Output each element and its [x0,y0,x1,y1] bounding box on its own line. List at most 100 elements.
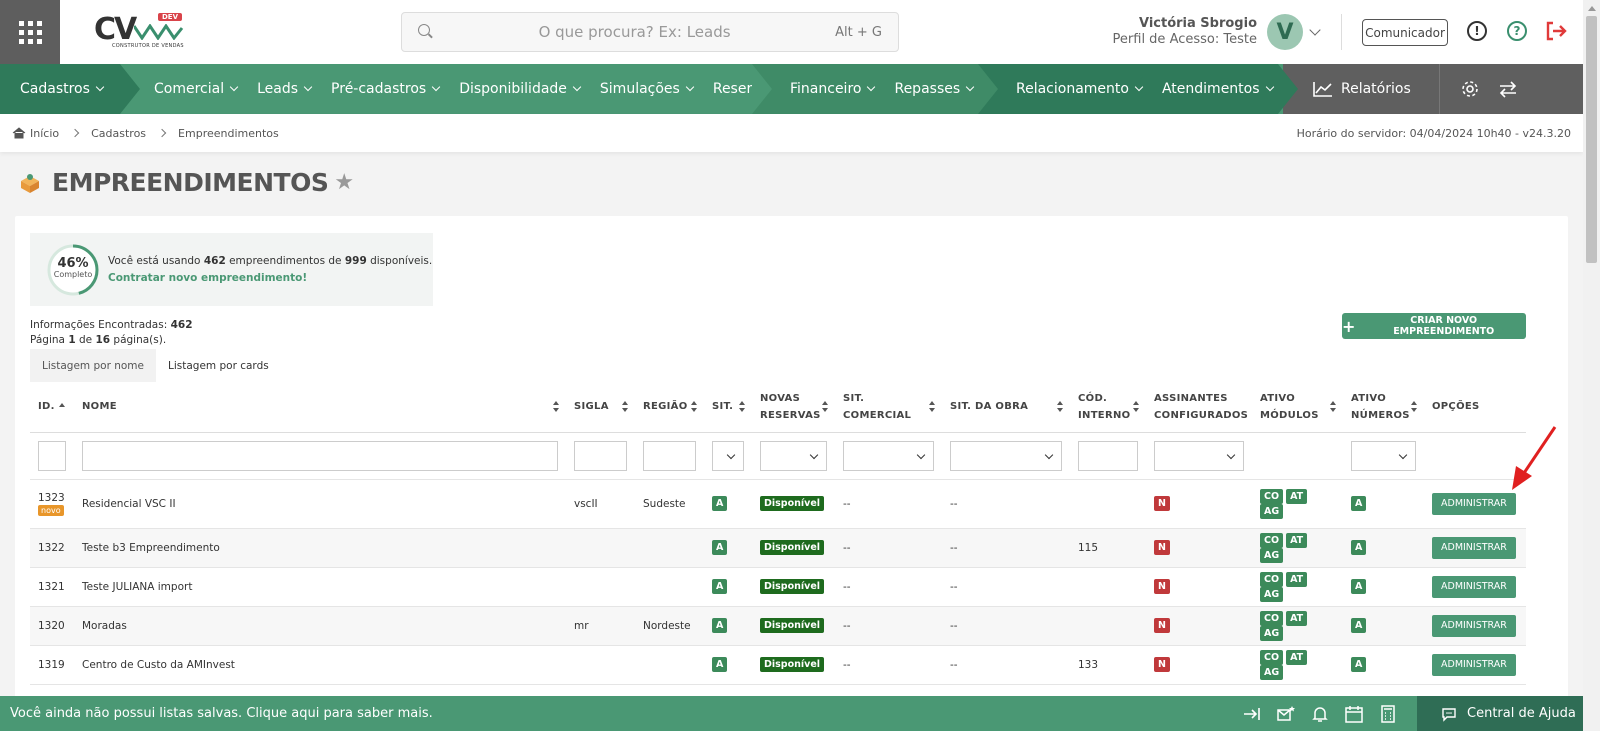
administrar-button[interactable]: ADMINISTRAR [1432,492,1516,515]
administrar-button[interactable]: ADMINISTRAR [1432,575,1516,598]
nav-item-cadastros[interactable]: Cadastros [20,81,105,97]
row-nome: Centro de Custo da AMInvest [74,645,566,685]
module-badge: CO [1260,532,1284,548]
nav-group-comercial: Comercial Leads Pré-cadastros Disponibil… [120,64,791,114]
col-header-ativo-modulos[interactable]: ATIVO MÓDULOS [1252,382,1343,433]
table-header-row: ID. NOME SIGLA REGIÃO SIT. NOVAS RESERVAS… [30,382,1526,433]
breadcrumb-cadastros[interactable]: Cadastros [91,127,146,140]
col-header-sigla[interactable]: SIGLA [566,382,635,433]
status-badge: A [712,657,728,672]
row-cod-interno [1070,567,1146,607]
filter-sit-obra-select[interactable] [950,440,1062,471]
filter-assinantes-select[interactable] [1154,440,1244,471]
swap-icon[interactable] [1498,79,1518,99]
breadcrumb-home[interactable]: Início [30,127,59,140]
row-sit-comercial: -- [835,528,942,568]
administrar-button[interactable]: ADMINISTRAR [1432,536,1516,559]
status-badge: A [712,540,728,555]
sort-asc-icon [58,402,65,407]
nav-item-leads[interactable]: Leads [257,81,313,97]
row-sit-obra: -- [942,645,1070,685]
scroll-up-arrow-icon[interactable] [1588,6,1596,11]
cv-logo[interactable]: CV DEV CONSTRUTOR DE VENDAS [94,12,186,52]
nav-item-pre-cadastros[interactable]: Pré-cadastros [331,81,441,97]
nav-item-disponibilidade[interactable]: Disponibilidade [459,81,582,97]
col-header-id[interactable]: ID. [30,382,74,433]
row-id: 1322 [30,528,74,568]
reports-label: Relatórios [1341,81,1411,97]
reports-link[interactable]: Relatórios [1313,81,1411,97]
logo-mark: CV [94,12,137,47]
tab-listing-by-name[interactable]: Listagem por nome [30,349,156,382]
server-time: Horário do servidor: 04/04/2024 10h40 - … [1296,126,1571,140]
nav-label: Atendimentos [1161,81,1260,97]
filter-sit-comercial-select[interactable] [843,440,934,471]
user-profile: Perfil de Acesso: Teste [1112,32,1257,47]
availability-badge: Disponível [760,618,825,633]
avatar[interactable]: V [1267,14,1303,50]
page-scrollbar[interactable] [1583,0,1600,731]
hire-new-link[interactable]: Contratar novo empreendimento! [108,270,432,287]
administrar-button[interactable]: ADMINISTRAR [1432,653,1516,676]
help-icon[interactable]: ? [1507,21,1527,41]
global-search[interactable]: Alt + G [401,12,899,52]
create-enterprise-button[interactable]: + CRIAR NOVO EMPREENDIMENTO [1342,313,1526,339]
numbers-badge: A [1351,618,1367,633]
filter-sit-select[interactable] [712,440,744,471]
apps-menu-button[interactable] [0,0,60,64]
gear-icon[interactable] [1460,79,1480,99]
administrar-button[interactable]: ADMINISTRAR [1432,614,1516,637]
nav-label: Leads [257,81,299,97]
user-info[interactable]: Victória Sbrogio Perfil de Acesso: Teste [1100,16,1257,47]
col-header-sit[interactable]: SIT. [704,382,752,433]
nav-item-simulacoes[interactable]: Simulações [600,81,695,97]
col-header-novas-reservas[interactable]: NOVAS RESERVAS [752,382,835,433]
module-badge: AT [1286,532,1308,548]
row-sit-comercial: -- [835,606,942,646]
search-input[interactable] [434,23,836,41]
col-header-sit-comercial[interactable]: SIT. COMERCIAL [835,382,942,433]
nav-item-repasses[interactable]: Repasses [894,81,975,97]
info-icon[interactable]: ! [1467,21,1487,41]
col-header-ativo-numeros[interactable]: ATIVO NÚMEROS [1343,382,1424,433]
nav-item-comercial[interactable]: Comercial [154,81,239,97]
nav-item-atendimentos[interactable]: Atendimentos [1161,81,1274,97]
col-header-cod-interno[interactable]: CÓD. INTERNO [1070,382,1146,433]
calendar-icon[interactable] [1344,704,1364,724]
calculator-icon[interactable] [1378,704,1398,724]
filter-sigla-input[interactable] [574,440,627,471]
filter-nome-input[interactable] [82,440,558,471]
help-center-button[interactable]: Central de Ajuda [1417,696,1583,731]
status-badge: A [712,496,728,511]
chevron-down-icon [965,82,975,92]
chat-icon [1442,707,1456,722]
filter-id-input[interactable] [38,440,66,471]
mail-star-icon[interactable] [1276,704,1296,724]
saved-lists-message[interactable]: Você ainda não possui listas salvas. Cli… [10,706,433,721]
filter-ativo-numeros-select[interactable] [1351,440,1416,471]
filter-cod-interno-input[interactable] [1078,440,1138,471]
red-arrow-annotation [1512,426,1557,490]
availability-badge: Disponível [760,579,825,594]
nav-label: Disponibilidade [459,81,567,97]
scroll-thumb[interactable] [1586,16,1597,263]
col-header-regiao[interactable]: REGIÃO [635,382,704,433]
module-badge: AT [1286,610,1308,626]
bell-icon[interactable] [1310,704,1330,724]
star-icon[interactable]: ★ [334,170,354,195]
chevron-down-icon[interactable] [1309,24,1321,36]
filter-novas-reservas-select[interactable] [760,440,827,471]
row-nome: Residencial VSC II [74,479,566,529]
row-cod-interno: 133 [1070,645,1146,685]
filter-regiao-input[interactable] [643,440,696,471]
col-header-sit-obra[interactable]: SIT. DA OBRA [942,382,1070,433]
logout-icon[interactable] [1544,19,1568,43]
nav-item-relacionamento[interactable]: Relacionamento [1016,81,1144,97]
comunicador-button[interactable]: Comunicador [1362,19,1448,46]
nav-item-financeiro[interactable]: Financeiro [790,81,876,97]
col-header-nome[interactable]: NOME [74,382,566,433]
table-row: 1323 novo Residencial VSC II vscII Sudest… [30,479,1526,529]
tab-listing-by-cards[interactable]: Listagem por cards [156,349,281,382]
collapse-right-icon[interactable] [1242,704,1262,724]
home-icon[interactable] [12,127,26,139]
